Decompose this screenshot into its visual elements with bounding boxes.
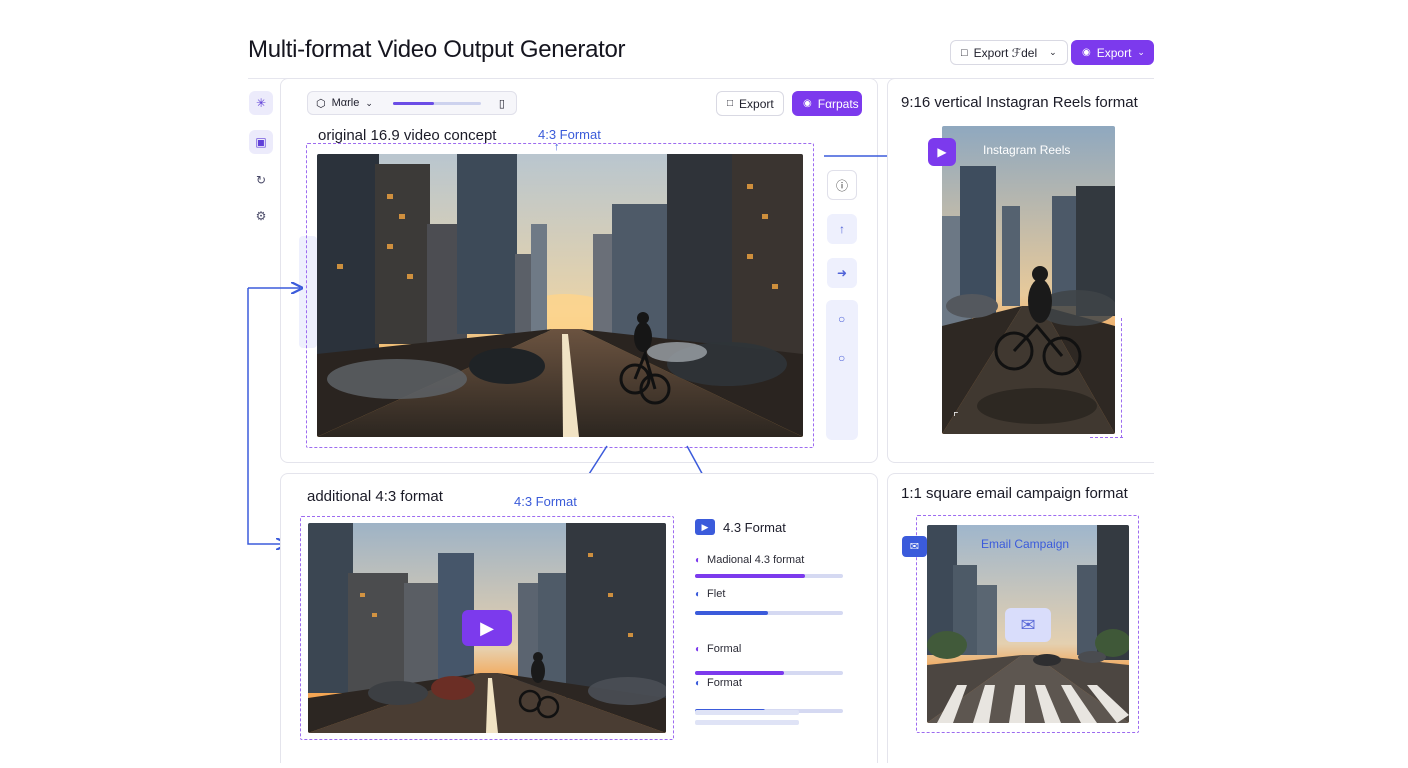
clock-icon: ◐ — [695, 643, 702, 655]
format-item-1[interactable]: ◐ Flet — [695, 588, 725, 600]
reels-overlay-text: Instagram Reels — [983, 143, 1071, 157]
email-overlay-text: Email Campaign — [981, 537, 1070, 551]
export-file-icon: □ — [961, 46, 968, 59]
clock-icon: ◐ — [695, 554, 702, 566]
sidebar-settings-icon[interactable]: ✳ — [249, 91, 273, 115]
chevron-down-icon: ⌄ — [1137, 47, 1145, 57]
placeholder-bar — [695, 710, 799, 715]
format-item-2[interactable]: ◐ Formal — [695, 643, 741, 655]
export-button[interactable]: ◉ Export ⌄ — [1071, 40, 1154, 65]
progress-fill — [695, 611, 768, 615]
format-item-progress — [695, 611, 843, 615]
editor-toolbar: ⬡ Mαrle ⌄ ▯ — [307, 91, 517, 115]
export-label: Export — [1096, 45, 1132, 60]
format-item-0[interactable]: ◐ Madional 4.3 format — [695, 554, 804, 566]
clock-icon: ◐ — [695, 588, 702, 600]
format-item-progress — [695, 574, 843, 578]
video-icon: ▶ — [695, 519, 715, 535]
mode-icon: ⬡ — [316, 97, 326, 110]
export-model-dropdown[interactable]: □ Export ℱdel ⌄ — [950, 40, 1068, 65]
formats-icon: ◉ — [803, 98, 812, 109]
format-item-3[interactable]: ◐ Format — [695, 677, 742, 689]
reels-panel-label: 9:16 vertical Instagran Reels format — [901, 94, 1138, 111]
file-icon: □ — [727, 98, 734, 109]
progress-fill — [695, 574, 805, 578]
chevron-down-icon: ⌄ — [1049, 47, 1057, 57]
reels-dash-bottom — [1090, 437, 1123, 439]
play-button[interactable]: ▶ — [462, 610, 512, 646]
format-item-label: Formal — [707, 643, 742, 655]
page-title: Multi-format Video Output Generator — [248, 36, 626, 63]
format-item-label: Format — [707, 677, 742, 689]
panel-export-label: Export — [739, 96, 774, 111]
mode-dropdown[interactable]: Mαrle — [332, 97, 360, 109]
envelope-icon: ✉ — [1005, 608, 1051, 642]
timeline-slider[interactable] — [392, 101, 481, 105]
reels-icon: ▶ — [928, 138, 956, 166]
format-item-progress — [695, 671, 843, 675]
format-item-label: Flet — [707, 588, 726, 600]
reels-dash-right — [1121, 318, 1123, 438]
clock-icon: ◐ — [695, 677, 702, 689]
format-list-title: 4.3 Format — [723, 519, 786, 535]
placeholder-bar — [695, 720, 799, 725]
progress-fill — [695, 671, 784, 675]
export-model-label: Export ℱdel — [973, 45, 1038, 60]
panel-export-button[interactable]: □ Export — [716, 91, 784, 116]
crop-corner-icon: ⌜ — [953, 410, 959, 424]
mail-icon: ✉ — [902, 536, 927, 557]
email-panel-label: 1:1 square email campaign format — [901, 485, 1128, 502]
reels-video-frame — [942, 126, 1115, 434]
chevron-down-icon: ⌄ — [365, 97, 373, 108]
formats-button[interactable]: ◉ Fαrpats — [792, 91, 862, 116]
format-list-header: ▶ 4.3 Format — [695, 519, 786, 535]
timeline-slider-fill — [392, 101, 435, 105]
export-icon: ◉ — [1082, 47, 1091, 58]
trash-icon[interactable]: ▯ — [499, 97, 505, 110]
format-item-label: Madional 4.3 format — [707, 554, 805, 566]
formats-label: Fαrpats — [817, 96, 859, 111]
additional-panel-label: additional 4:3 format — [307, 488, 443, 505]
additional-format-annotation: 4:3 Format — [514, 494, 577, 509]
